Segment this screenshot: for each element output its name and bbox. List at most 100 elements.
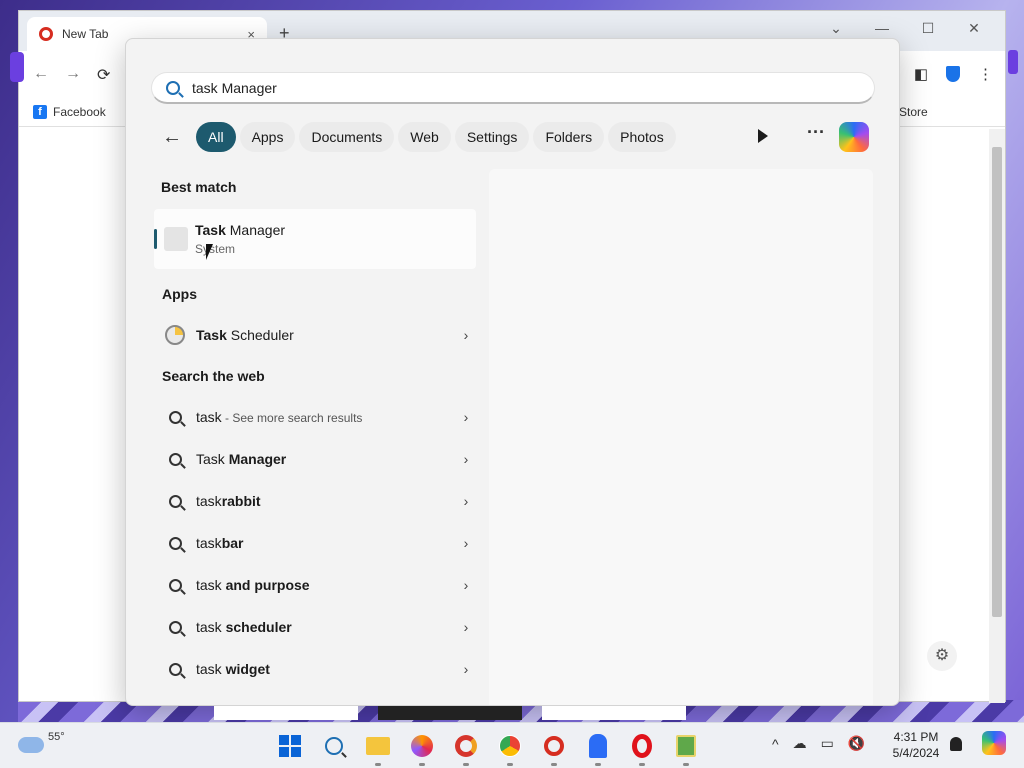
chevron-right-icon[interactable]: › bbox=[456, 577, 476, 593]
chrome-icon[interactable] bbox=[494, 731, 526, 766]
result-bold: task bbox=[196, 409, 222, 425]
result-pre: task bbox=[196, 661, 226, 677]
web-result[interactable]: Task Manager › bbox=[154, 439, 476, 479]
web-search-icon bbox=[164, 578, 186, 592]
result-rest: Scheduler bbox=[226, 327, 294, 343]
clock[interactable]: 4:31 PM 5/4/2024 bbox=[884, 729, 948, 761]
web-result[interactable]: task widget › bbox=[154, 649, 476, 689]
back-arrow-icon[interactable]: ← bbox=[33, 65, 49, 83]
chevron-right-icon[interactable]: › bbox=[456, 451, 476, 467]
web-result[interactable]: task - See more search results › bbox=[154, 397, 476, 437]
search-button[interactable] bbox=[318, 731, 350, 761]
clock-time: 4:31 PM bbox=[893, 730, 939, 744]
firefox-icon[interactable] bbox=[406, 731, 438, 766]
chevron-right-icon[interactable]: › bbox=[456, 619, 476, 635]
display-icon[interactable]: ▭ bbox=[821, 735, 834, 752]
result-label: Task Manager bbox=[196, 451, 456, 467]
tab-all[interactable]: All bbox=[196, 122, 236, 152]
spreadsheet-app-icon[interactable] bbox=[670, 731, 702, 766]
side-indicator bbox=[10, 52, 24, 82]
copilot-preview-icon[interactable] bbox=[982, 731, 1006, 755]
web-search-icon bbox=[164, 662, 186, 676]
tab-apps[interactable]: Apps bbox=[239, 122, 296, 152]
chevron-right-icon[interactable]: › bbox=[456, 535, 476, 551]
bookmark-label: Facebook bbox=[53, 105, 106, 119]
notification-bell-icon[interactable] bbox=[950, 737, 962, 751]
result-muted: - See more search results bbox=[221, 411, 363, 425]
file-explorer-icon[interactable] bbox=[362, 731, 394, 766]
tab-web[interactable]: Web bbox=[398, 122, 451, 152]
tab-folders[interactable]: Folders bbox=[533, 122, 605, 152]
page-scrollbar[interactable] bbox=[989, 129, 1005, 703]
result-pre: task bbox=[196, 493, 222, 509]
selection-indicator bbox=[154, 229, 157, 249]
close-window-icon[interactable]: ✕ bbox=[951, 15, 997, 41]
volume-muted-icon[interactable]: 🔇 bbox=[848, 735, 865, 752]
search-input[interactable] bbox=[192, 79, 792, 96]
tab-photos[interactable]: Photos bbox=[608, 122, 676, 152]
taskbar-search-icon bbox=[325, 737, 343, 755]
mouse-cursor-icon bbox=[206, 244, 213, 260]
search-box[interactable] bbox=[151, 72, 875, 104]
back-arrow-icon[interactable]: ← bbox=[162, 126, 182, 149]
sidebar-toggle-icon[interactable]: ◧ bbox=[914, 65, 928, 83]
forward-arrow-icon[interactable]: → bbox=[65, 65, 81, 83]
best-match-heading: Best match bbox=[161, 179, 237, 195]
web-result[interactable]: task scheduler › bbox=[154, 607, 476, 647]
bookmark-facebook[interactable]: f Facebook bbox=[33, 105, 106, 119]
web-result[interactable]: taskbar › bbox=[154, 523, 476, 563]
weather-widget[interactable]: 55° bbox=[18, 731, 65, 753]
chevron-right-icon[interactable]: › bbox=[456, 661, 476, 677]
shield-extension-icon[interactable] bbox=[946, 66, 960, 82]
network-disconnected-icon[interactable]: ☁ bbox=[793, 735, 807, 752]
result-pre: Task bbox=[196, 451, 229, 467]
search-filter-tabs: ← All Apps Documents Web Settings Folder… bbox=[162, 121, 680, 153]
ccleaner-icon[interactable] bbox=[450, 731, 482, 766]
web-search-icon bbox=[164, 452, 186, 466]
side-indicator-right bbox=[1008, 50, 1018, 74]
tab-documents[interactable]: Documents bbox=[299, 122, 395, 152]
result-pre: task bbox=[196, 619, 226, 635]
web-result[interactable]: task and purpose › bbox=[154, 565, 476, 605]
edge-dev-icon[interactable] bbox=[582, 731, 614, 766]
result-bold: rabbit bbox=[221, 493, 261, 509]
copilot-icon[interactable] bbox=[839, 122, 869, 152]
tab-settings[interactable]: Settings bbox=[454, 122, 530, 152]
best-match-result[interactable]: Task Manager System bbox=[154, 209, 476, 269]
task-scheduler-icon bbox=[164, 325, 186, 345]
opera-icon[interactable] bbox=[626, 731, 658, 766]
reload-icon[interactable]: ⟳ bbox=[97, 65, 110, 85]
web-result[interactable]: taskrabbit › bbox=[154, 481, 476, 521]
search-web-heading: Search the web bbox=[162, 368, 265, 384]
page-settings-gear-icon[interactable]: ⚙ bbox=[927, 641, 957, 671]
bookmark-store[interactable]: Store bbox=[899, 105, 928, 119]
chevron-right-icon[interactable]: › bbox=[456, 493, 476, 509]
taskbar-apps bbox=[274, 731, 702, 766]
app-result-task-scheduler[interactable]: Task Scheduler › bbox=[154, 315, 476, 355]
facebook-icon: f bbox=[33, 105, 47, 119]
task-manager-app-icon bbox=[164, 227, 188, 251]
maximize-icon[interactable]: ☐ bbox=[905, 15, 951, 41]
menu-kebab-icon[interactable]: ⋮ bbox=[978, 65, 993, 83]
web-search-icon bbox=[164, 620, 186, 634]
best-match-subtitle: System bbox=[195, 242, 236, 256]
tray-chevron-up-icon[interactable]: ^ bbox=[772, 736, 779, 752]
scrollbar-thumb[interactable] bbox=[992, 147, 1002, 617]
more-filters-play-icon[interactable] bbox=[758, 129, 768, 143]
system-tray: ^ ☁ ▭ 🔇 bbox=[772, 735, 865, 752]
result-label: task scheduler bbox=[196, 619, 456, 635]
chevron-right-icon[interactable]: › bbox=[456, 327, 476, 343]
title-rest: Manager bbox=[225, 222, 286, 238]
temperature: 55° bbox=[48, 731, 65, 743]
page-tile bbox=[214, 706, 358, 720]
more-options-icon[interactable]: ··· bbox=[807, 122, 825, 143]
result-bold: scheduler bbox=[225, 619, 292, 635]
result-label: task - See more search results bbox=[196, 409, 456, 425]
browser-red-icon[interactable] bbox=[538, 731, 570, 766]
result-label: taskbar bbox=[196, 535, 456, 551]
chevron-right-icon[interactable]: › bbox=[456, 409, 476, 425]
windows-logo-icon bbox=[279, 735, 301, 757]
start-button[interactable] bbox=[274, 731, 306, 761]
result-bold: widget bbox=[225, 661, 270, 677]
result-bold: Task bbox=[196, 327, 227, 343]
